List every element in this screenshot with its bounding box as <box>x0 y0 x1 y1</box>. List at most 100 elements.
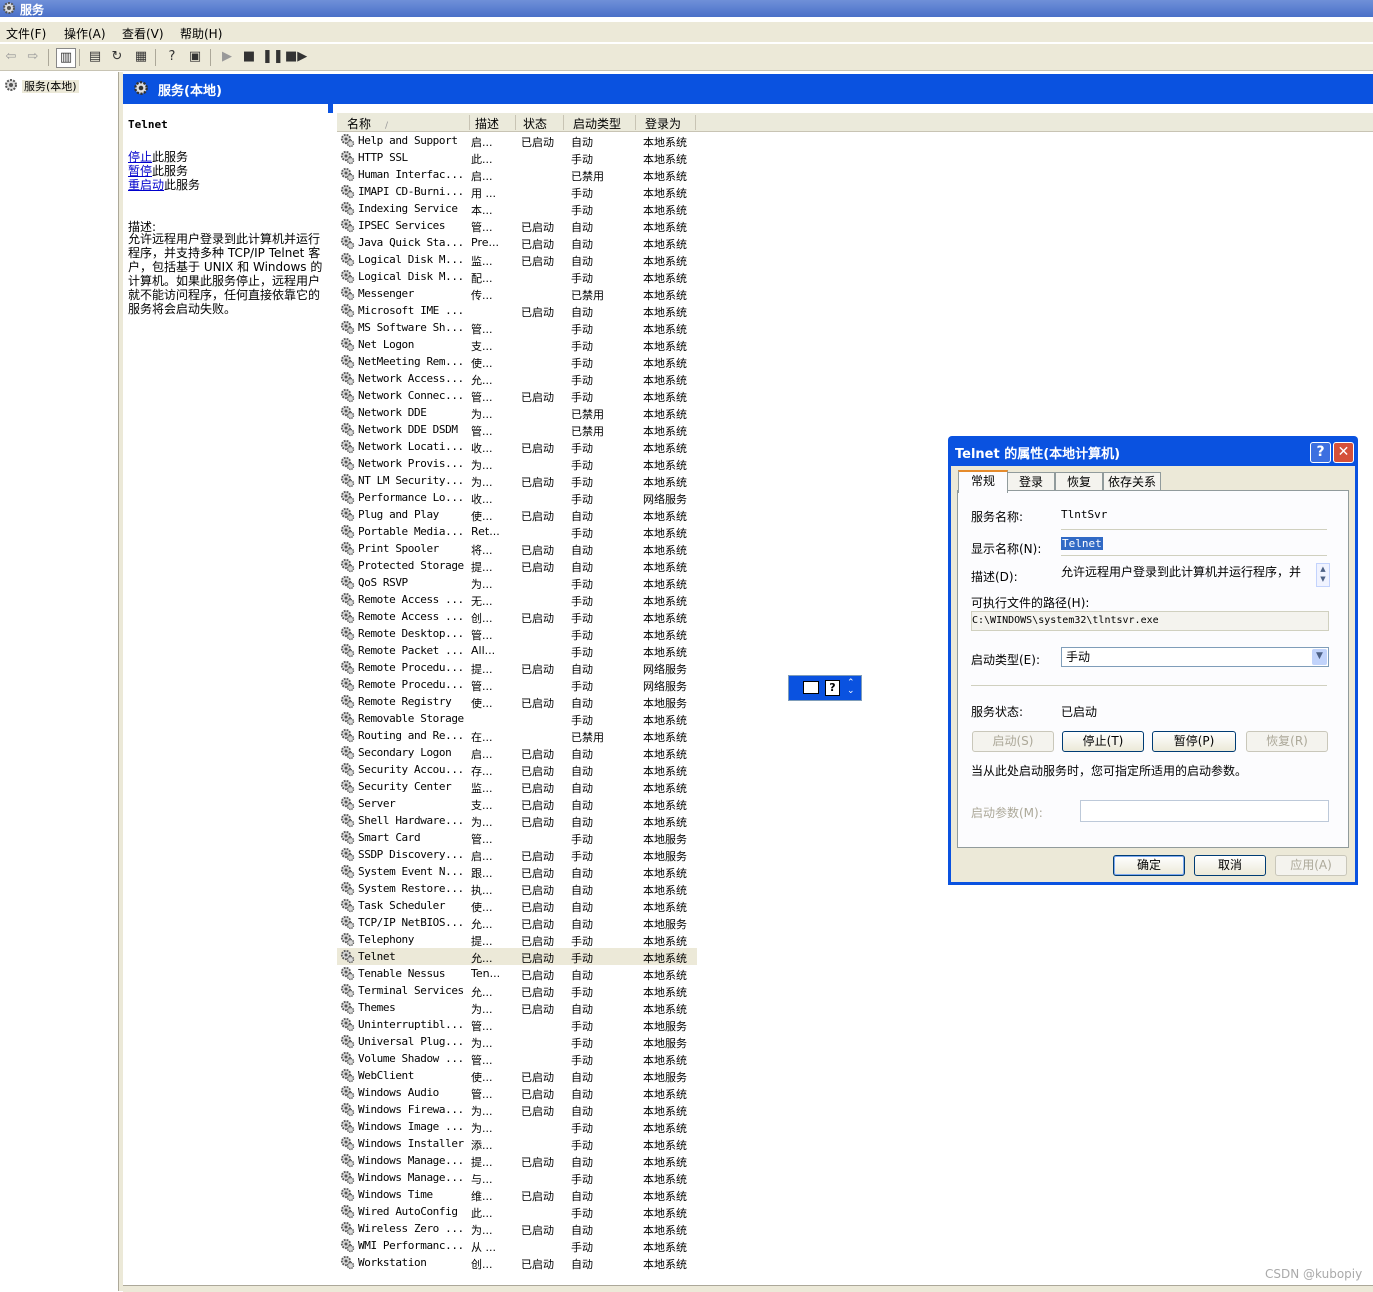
table-row[interactable]: Themes 为... 已启动 自动 本地系统 <box>337 999 697 1016</box>
column-header-status[interactable]: 状态 <box>523 115 564 131</box>
table-row[interactable]: QoS RSVP 为... 手动 本地系统 <box>337 574 697 591</box>
apply-button[interactable]: 应用(A) <box>1275 855 1347 876</box>
table-row[interactable]: Windows Firewa... 为... 已启动 自动 本地系统 <box>337 1101 697 1118</box>
table-row[interactable]: Terminal Services 允... 已启动 手动 本地系统 <box>337 982 697 999</box>
table-row[interactable]: System Restore... 执... 已启动 自动 本地系统 <box>337 880 697 897</box>
table-row[interactable]: Microsoft IME ... 已启动 自动 本地系统 <box>337 302 697 319</box>
table-row[interactable]: NT LM Security... 为... 已启动 手动 本地系统 <box>337 472 697 489</box>
tab-dependencies[interactable]: 依存关系 <box>1103 472 1161 491</box>
menu-view[interactable]: 查看(V) <box>122 25 164 42</box>
table-row[interactable]: Remote Procedu... 提... 已启动 自动 网络服务 <box>337 659 697 676</box>
table-row[interactable]: WebClient 使... 已启动 自动 本地服务 <box>337 1067 697 1084</box>
cancel-button[interactable]: 取消 <box>1194 855 1266 876</box>
table-row[interactable]: Portable Media... Ret... 手动 本地系统 <box>337 523 697 540</box>
resume-button[interactable]: 恢复(R) <box>1246 731 1328 752</box>
column-header-startup-type[interactable]: 启动类型 <box>573 115 636 131</box>
display-name-field[interactable]: Telnet <box>1061 536 1326 554</box>
table-row[interactable]: Secondary Logon 启... 已启动 自动 本地系统 <box>337 744 697 761</box>
start-param-input[interactable] <box>1080 800 1329 822</box>
table-row[interactable]: Network Locati... 收... 已启动 手动 本地系统 <box>337 438 697 455</box>
table-row[interactable]: Java Quick Sta... Pre... 已启动 自动 本地系统 <box>337 234 697 251</box>
column-header-description[interactable]: 描述 <box>475 115 516 131</box>
help-icon[interactable]: ? <box>163 48 181 66</box>
table-row[interactable]: Network DDE 为... 已禁用 本地系统 <box>337 404 697 421</box>
table-row[interactable]: IMAPI CD-Burni... 用 ... 手动 本地系统 <box>337 183 697 200</box>
table-row[interactable]: Smart Card 管... 手动 本地服务 <box>337 829 697 846</box>
back-arrow-icon[interactable]: ⇦ <box>2 48 20 66</box>
table-row[interactable]: MS Software Sh... 管... 手动 本地系统 <box>337 319 697 336</box>
chevron-down-icon[interactable]: ▼ <box>1312 649 1327 665</box>
table-row[interactable]: Remote Packet ... All... 手动 本地系统 <box>337 642 697 659</box>
table-row[interactable]: Workstation 创... 已启动 自动 本地系统 <box>337 1254 697 1271</box>
table-row[interactable]: Windows Manage... 与... 手动 本地系统 <box>337 1169 697 1186</box>
table-row[interactable]: Remote Procedu... 管... 手动 网络服务 <box>337 676 697 693</box>
table-row[interactable]: Remote Access ... 无... 手动 本地系统 <box>337 591 697 608</box>
table-row[interactable]: Remote Access ... 创... 已启动 手动 本地系统 <box>337 608 697 625</box>
stop-button[interactable]: 停止(T) <box>1062 731 1144 752</box>
table-row[interactable]: Messenger 传... 已禁用 本地系统 <box>337 285 697 302</box>
forward-arrow-icon[interactable]: ⇨ <box>24 48 42 66</box>
restart-icon[interactable]: ■▶ <box>285 48 307 66</box>
table-row[interactable]: Protected Storage 提... 已启动 自动 本地系统 <box>337 557 697 574</box>
table-row[interactable]: Windows Time 维... 已启动 自动 本地系统 <box>337 1186 697 1203</box>
tab-logon[interactable]: 登录 <box>1007 472 1055 491</box>
table-row[interactable]: Print Spooler 将... 已启动 自动 本地系统 <box>337 540 697 557</box>
table-row[interactable]: Universal Plug... 为... 手动 本地服务 <box>337 1033 697 1050</box>
pause-icon[interactable]: ❚❚ <box>262 48 284 66</box>
table-row[interactable]: System Event N... 跟... 已启动 自动 本地系统 <box>337 863 697 880</box>
dialog-help-button[interactable]: ? <box>1310 442 1331 463</box>
table-row[interactable]: Server 支... 已启动 自动 本地系统 <box>337 795 697 812</box>
menu-help[interactable]: 帮助(H) <box>180 25 222 42</box>
play-icon[interactable]: ▶ <box>218 48 236 66</box>
table-row[interactable]: Uninterruptibl... 管... 手动 本地服务 <box>337 1016 697 1033</box>
tab-recovery[interactable]: 恢复 <box>1055 472 1103 491</box>
table-row[interactable]: Shell Hardware... 为... 已启动 自动 本地系统 <box>337 812 697 829</box>
table-row[interactable]: Plug and Play 使... 已启动 自动 本地系统 <box>337 506 697 523</box>
table-row[interactable]: Telnet 允... 已启动 手动 本地系统 <box>337 948 697 965</box>
table-row[interactable]: Windows Installer 添... 手动 本地系统 <box>337 1135 697 1152</box>
table-row[interactable]: Performance Lo... 收... 手动 网络服务 <box>337 489 697 506</box>
table-row[interactable]: SSDP Discovery... 启... 已启动 手动 本地服务 <box>337 846 697 863</box>
table-row[interactable]: Security Accou... 存... 已启动 自动 本地系统 <box>337 761 697 778</box>
dialog-close-button[interactable]: ✕ <box>1333 442 1354 463</box>
table-row[interactable]: TCP/IP NetBIOS... 允... 已启动 自动 本地服务 <box>337 914 697 931</box>
table-row[interactable]: Human Interfac... 启... 已禁用 本地系统 <box>337 166 697 183</box>
table-row[interactable]: Net Logon 支... 手动 本地系统 <box>337 336 697 353</box>
table-row[interactable]: HTTP SSL 此... 手动 本地系统 <box>337 149 697 166</box>
refresh-icon[interactable]: ↻ <box>108 48 126 66</box>
column-header-logon-as[interactable]: 登录为 <box>645 115 696 131</box>
table-row[interactable]: Logical Disk M... 监... 已启动 自动 本地系统 <box>337 251 697 268</box>
table-row[interactable]: Logical Disk M... 配... 手动 本地系统 <box>337 268 697 285</box>
console-icon[interactable]: ▣ <box>186 48 204 66</box>
table-row[interactable]: Help and Support 启... 已启动 自动 本地系统 <box>337 132 697 149</box>
chevron-down-icon[interactable]: ⌃ ⌄ <box>847 679 855 696</box>
restart-service-link[interactable]: 重启动 <box>128 178 164 192</box>
description-spin-icon[interactable]: ▲ ▼ <box>1316 563 1330 587</box>
table-row[interactable]: WMI Performanc... 从 ... 手动 本地系统 <box>337 1237 697 1254</box>
table-row[interactable]: Windows Audio 管... 已启动 自动 本地系统 <box>337 1084 697 1101</box>
show-tree-icon[interactable]: ▥ <box>56 48 76 68</box>
table-row[interactable]: NetMeeting Rem... 使... 手动 本地系统 <box>337 353 697 370</box>
menu-action[interactable]: 操作(A) <box>64 25 106 42</box>
table-row[interactable]: Remote Registry 使... 已启动 自动 本地服务 <box>337 693 697 710</box>
table-row[interactable]: Network DDE DSDM 管... 已禁用 本地系统 <box>337 421 697 438</box>
help-icon[interactable]: ? <box>825 680 840 696</box>
table-row[interactable]: Telephony 提... 已启动 手动 本地系统 <box>337 931 697 948</box>
properties-icon[interactable]: ▤ <box>86 48 104 66</box>
table-row[interactable]: Task Scheduler 使... 已启动 自动 本地系统 <box>337 897 697 914</box>
stop-icon[interactable]: ■ <box>240 48 258 66</box>
tree-node-services-local[interactable]: 服务(本地) <box>4 78 79 93</box>
table-row[interactable]: Windows Image ... 为... 手动 本地系统 <box>337 1118 697 1135</box>
table-row[interactable]: Indexing Service 本... 手动 本地系统 <box>337 200 697 217</box>
table-row[interactable]: Network Connec... 管... 已启动 手动 本地系统 <box>337 387 697 404</box>
export-list-icon[interactable]: ▦ <box>132 48 150 66</box>
column-header-name[interactable]: 名称 / <box>347 115 470 131</box>
language-bar[interactable]: ? ⌃ ⌄ <box>788 675 862 701</box>
table-row[interactable]: Volume Shadow ... 管... 手动 本地系统 <box>337 1050 697 1067</box>
table-row[interactable]: Network Access... 允... 手动 本地系统 <box>337 370 697 387</box>
tab-general[interactable]: 常规 <box>958 470 1008 493</box>
table-row[interactable]: Tenable Nessus Ten... 已启动 自动 本地系统 <box>337 965 697 982</box>
table-row[interactable]: Wired AutoConfig 此... 手动 本地系统 <box>337 1203 697 1220</box>
table-row[interactable]: Network Provis... 为... 手动 本地系统 <box>337 455 697 472</box>
startup-type-select[interactable]: 手动 ▼ <box>1061 647 1329 667</box>
